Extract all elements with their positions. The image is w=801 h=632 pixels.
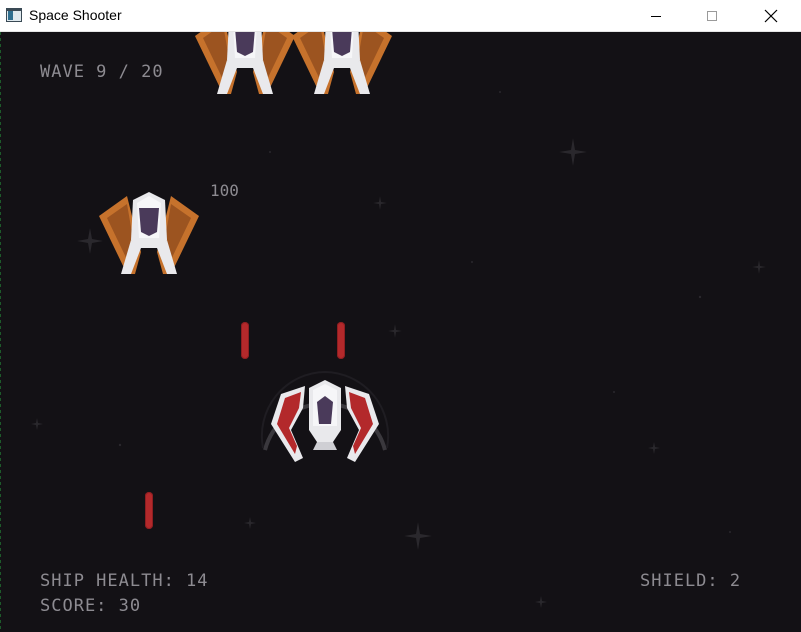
score-readout: SCORE: 30 bbox=[40, 596, 142, 616]
minimize-icon bbox=[651, 15, 661, 17]
title-bar: Space Shooter bbox=[0, 0, 801, 32]
maximize-icon bbox=[707, 10, 717, 21]
points-popup: 100 bbox=[210, 181, 239, 200]
wave-counter: WAVE 9 / 20 bbox=[40, 62, 164, 82]
close-icon bbox=[764, 9, 778, 22]
app-window-icon bbox=[6, 8, 22, 22]
laser-bolt bbox=[145, 492, 153, 529]
window-title: Space Shooter bbox=[29, 7, 122, 23]
ship-health-readout: SHIP HEALTH: 14 bbox=[40, 571, 209, 591]
shield-readout: SHIELD: 2 bbox=[640, 571, 742, 591]
enemy-ship bbox=[99, 192, 199, 274]
game-viewport[interactable]: WAVE 9 / 20 SHIP HEALTH: 14 SCORE: 30 SH… bbox=[0, 32, 801, 632]
enemy-ship bbox=[292, 32, 392, 94]
laser-bolt bbox=[241, 322, 249, 359]
player-ship[interactable] bbox=[257, 370, 393, 478]
starfield-background bbox=[31, 91, 766, 608]
minimize-button[interactable] bbox=[633, 0, 679, 31]
laser-bolt bbox=[337, 322, 345, 359]
close-button[interactable] bbox=[748, 0, 794, 31]
maximize-button[interactable] bbox=[689, 0, 735, 31]
enemy-ship bbox=[195, 32, 295, 94]
